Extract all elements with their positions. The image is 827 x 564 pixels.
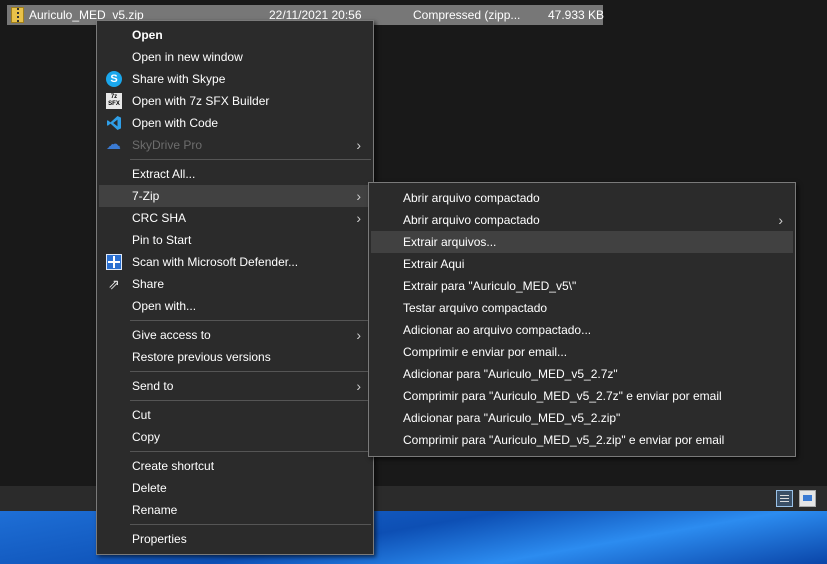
menu-separator xyxy=(130,159,371,160)
submenu-item-add-7z[interactable]: Adicionar para "Auriculo_MED_v5_2.7z" xyxy=(371,363,793,385)
defender-shield-icon xyxy=(106,254,122,270)
menu-item-properties[interactable]: Properties xyxy=(99,528,371,550)
large-icons-view-icon[interactable] xyxy=(799,490,816,507)
chevron-right-icon: › xyxy=(356,188,361,204)
submenu-item-open-archive[interactable]: Abrir arquivo compactado xyxy=(371,187,793,209)
menu-item-delete[interactable]: Delete xyxy=(99,477,371,499)
file-size: 47.933 KB xyxy=(548,8,605,22)
menu-item-open-with-code[interactable]: Open with Code xyxy=(99,112,371,134)
details-view-icon[interactable] xyxy=(776,490,793,507)
menu-item-copy[interactable]: Copy xyxy=(99,426,371,448)
7zip-submenu: Abrir arquivo compactado Abrir arquivo c… xyxy=(368,182,796,457)
7z-sfx-icon: 7z SFX xyxy=(106,93,122,109)
menu-item-rename[interactable]: Rename xyxy=(99,499,371,521)
menu-separator xyxy=(130,524,371,525)
menu-item-open-with[interactable]: Open with... xyxy=(99,295,371,317)
submenu-item-compress-zip-email[interactable]: Comprimir para "Auriculo_MED_v5_2.zip" e… xyxy=(371,429,793,451)
menu-item-cut[interactable]: Cut xyxy=(99,404,371,426)
zip-folder-icon xyxy=(11,7,24,23)
chevron-right-icon: › xyxy=(356,327,361,343)
menu-item-open[interactable]: Open xyxy=(99,24,371,46)
chevron-right-icon: › xyxy=(778,212,783,228)
menu-item-scan-defender[interactable]: Scan with Microsoft Defender... xyxy=(99,251,371,273)
menu-item-create-shortcut[interactable]: Create shortcut xyxy=(99,455,371,477)
menu-separator xyxy=(130,451,371,452)
submenu-item-test-archive[interactable]: Testar arquivo compactado xyxy=(371,297,793,319)
skype-icon: S xyxy=(106,71,122,87)
submenu-item-open-archive-as[interactable]: Abrir arquivo compactado › xyxy=(371,209,793,231)
submenu-item-extract-here[interactable]: Extrair Aqui xyxy=(371,253,793,275)
menu-item-extract-all[interactable]: Extract All... xyxy=(99,163,371,185)
menu-item-skydrive-pro[interactable]: ☁ SkyDrive Pro › xyxy=(99,134,371,156)
menu-item-share[interactable]: ⇗ Share xyxy=(99,273,371,295)
menu-item-share-skype[interactable]: S Share with Skype xyxy=(99,68,371,90)
chevron-right-icon: › xyxy=(356,378,361,394)
menu-item-restore-versions[interactable]: Restore previous versions xyxy=(99,346,371,368)
menu-item-open-new-window[interactable]: Open in new window xyxy=(99,46,371,68)
submenu-item-add-to-archive[interactable]: Adicionar ao arquivo compactado... xyxy=(371,319,793,341)
menu-item-send-to[interactable]: Send to › xyxy=(99,375,371,397)
file-type: Compressed (zipp... xyxy=(413,8,521,22)
menu-separator xyxy=(130,371,371,372)
menu-separator xyxy=(130,320,371,321)
submenu-item-extract-to-folder[interactable]: Extrair para "Auriculo_MED_v5\" xyxy=(371,275,793,297)
menu-item-crc-sha[interactable]: CRC SHA › xyxy=(99,207,371,229)
cloud-icon: ☁ xyxy=(106,136,121,153)
menu-item-give-access[interactable]: Give access to › xyxy=(99,324,371,346)
vscode-icon xyxy=(106,115,122,131)
submenu-item-extract-files[interactable]: Extrair arquivos... xyxy=(371,231,793,253)
share-icon: ⇗ xyxy=(108,276,120,292)
submenu-item-add-zip[interactable]: Adicionar para "Auriculo_MED_v5_2.zip" xyxy=(371,407,793,429)
submenu-item-compress-7z-email[interactable]: Comprimir para "Auriculo_MED_v5_2.7z" e … xyxy=(371,385,793,407)
chevron-right-icon: › xyxy=(356,210,361,226)
menu-item-7zip[interactable]: 7-Zip › xyxy=(99,185,371,207)
submenu-item-compress-email[interactable]: Comprimir e enviar por email... xyxy=(371,341,793,363)
menu-item-7z-sfx-builder[interactable]: 7z SFX Open with 7z SFX Builder xyxy=(99,90,371,112)
menu-separator xyxy=(130,400,371,401)
chevron-right-icon: › xyxy=(356,137,361,153)
context-menu: Open Open in new window S Share with Sky… xyxy=(96,20,374,555)
menu-item-pin-to-start[interactable]: Pin to Start xyxy=(99,229,371,251)
